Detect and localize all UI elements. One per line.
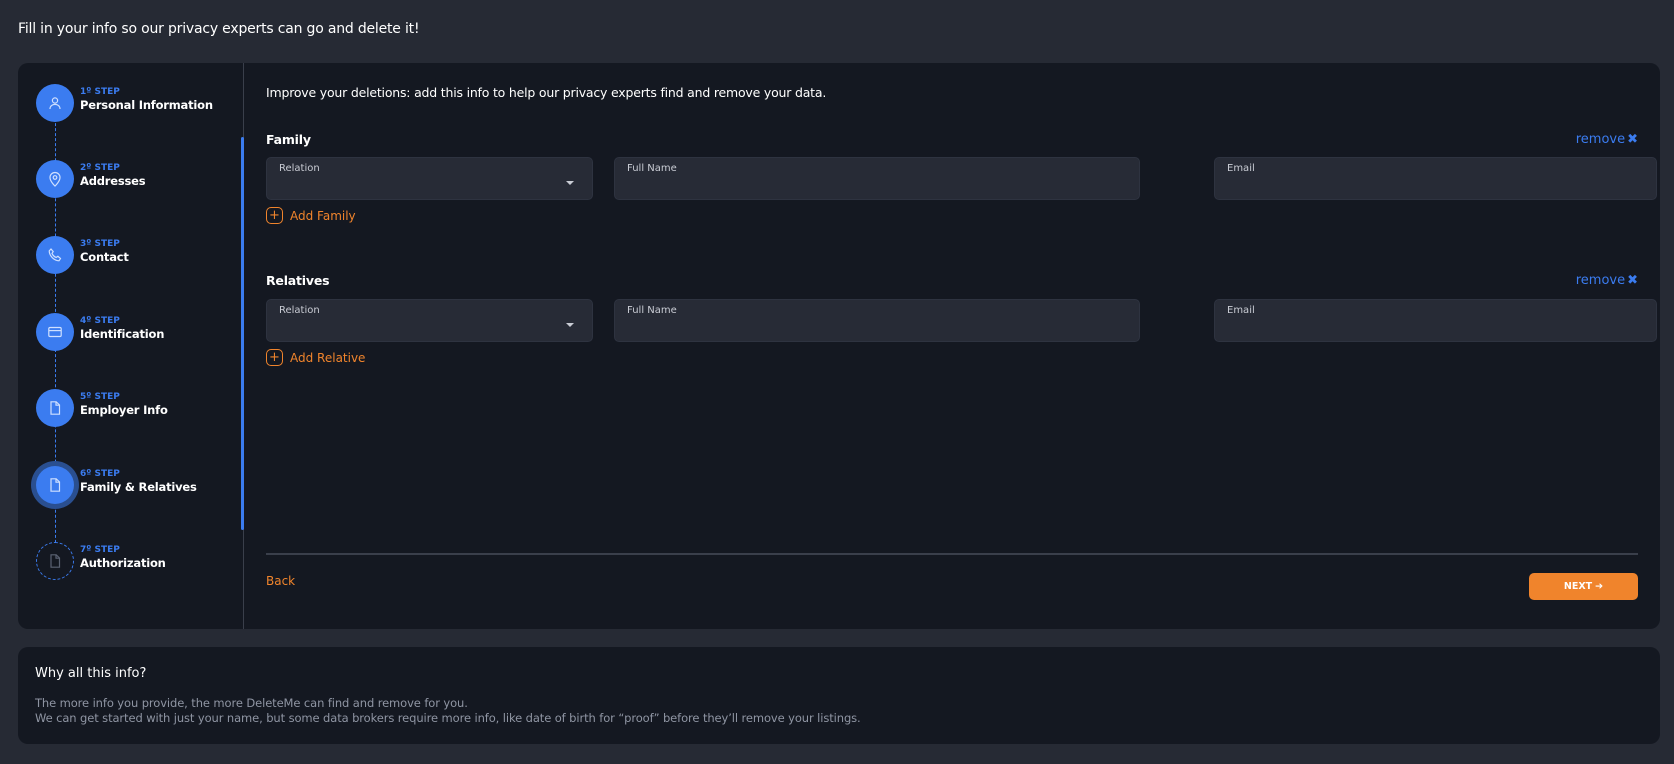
step-number: 3º STEP [80, 239, 120, 249]
step-personal-information[interactable]: 1º STEP Personal Information [36, 83, 236, 123]
intro-text: Improve your deletions: add this info to… [266, 85, 827, 100]
steps-sidebar: 1º STEP Personal Information 2º STEP Add… [18, 63, 244, 629]
relatives-email-input[interactable]: Email [1214, 299, 1657, 342]
map-pin-icon [36, 160, 74, 198]
page-heading: Fill in your info so our privacy experts… [18, 21, 420, 37]
chevron-down-icon [566, 181, 574, 185]
main-form: Improve your deletions: add this info to… [266, 63, 1660, 629]
step-label: Identification [80, 327, 165, 341]
step-label: Personal Information [80, 98, 213, 112]
info-text-line-1: The more info you provide, the more Dele… [35, 696, 468, 710]
back-button[interactable]: Back [266, 574, 295, 588]
family-remove-button[interactable]: remove ✖ [1576, 132, 1638, 147]
step-label: Addresses [80, 174, 146, 188]
field-label: Email [1227, 163, 1255, 174]
id-card-icon [36, 313, 74, 351]
field-label: Relation [279, 305, 320, 316]
close-icon: ✖ [1627, 132, 1638, 147]
add-relative-button[interactable]: + Add Relative [266, 349, 365, 366]
add-relative-label: Add Relative [290, 350, 366, 365]
step-number: 2º STEP [80, 163, 120, 173]
plus-icon: + [266, 207, 283, 224]
step-contact[interactable]: 3º STEP Contact [36, 235, 236, 275]
next-button[interactable]: NEXT ➔ [1529, 573, 1638, 600]
step-number: 1º STEP [80, 87, 120, 97]
step-number: 7º STEP [80, 545, 120, 555]
family-email-input[interactable]: Email [1214, 157, 1657, 200]
info-card: Why all this info? The more info you pro… [18, 647, 1660, 744]
field-label: Full Name [627, 305, 677, 316]
family-full-name-input[interactable]: Full Name [614, 157, 1140, 200]
plus-icon: + [266, 349, 283, 366]
form-card: 1º STEP Personal Information 2º STEP Add… [18, 63, 1660, 629]
step-authorization[interactable]: 7º STEP Authorization [36, 541, 236, 581]
step-family-relatives[interactable]: 6º STEP Family & Relatives [36, 465, 236, 505]
chevron-down-icon [566, 323, 574, 327]
phone-icon [36, 236, 74, 274]
step-employer-info[interactable]: 5º STEP Employer Info [36, 388, 236, 428]
field-label: Full Name [627, 163, 677, 174]
relatives-relation-select[interactable]: Relation [266, 299, 593, 342]
family-section-title: Family [266, 132, 311, 147]
document-icon [36, 542, 74, 580]
field-label: Relation [279, 163, 320, 174]
step-label: Family & Relatives [80, 480, 197, 494]
field-label: Email [1227, 305, 1255, 316]
step-number: 6º STEP [80, 469, 120, 479]
sidebar-scrollbar[interactable] [241, 137, 244, 530]
remove-label: remove [1575, 273, 1626, 288]
relatives-full-name-input[interactable]: Full Name [614, 299, 1140, 342]
info-title: Why all this info? [35, 666, 147, 681]
step-number: 5º STEP [80, 392, 120, 402]
relatives-section-title: Relatives [266, 273, 330, 288]
document-icon [36, 466, 74, 504]
arrow-right-icon: ➔ [1595, 581, 1604, 592]
step-addresses[interactable]: 2º STEP Addresses [36, 159, 236, 199]
step-label: Employer Info [80, 403, 168, 417]
relatives-remove-button[interactable]: remove ✖ [1576, 273, 1638, 288]
add-family-label: Add Family [290, 208, 356, 223]
step-label: Contact [80, 250, 129, 264]
family-relation-select[interactable]: Relation [266, 157, 593, 200]
info-text-line-2: We can get started with just your name, … [35, 711, 861, 725]
user-icon [36, 84, 74, 122]
step-number: 4º STEP [80, 316, 120, 326]
step-identification[interactable]: 4º STEP Identification [36, 312, 236, 352]
footer-divider [266, 553, 1638, 555]
remove-label: remove [1575, 132, 1626, 147]
close-icon: ✖ [1627, 273, 1638, 288]
document-icon [36, 389, 74, 427]
step-label: Authorization [80, 556, 166, 570]
add-family-button[interactable]: + Add Family [266, 207, 356, 224]
next-label: NEXT [1563, 581, 1593, 592]
